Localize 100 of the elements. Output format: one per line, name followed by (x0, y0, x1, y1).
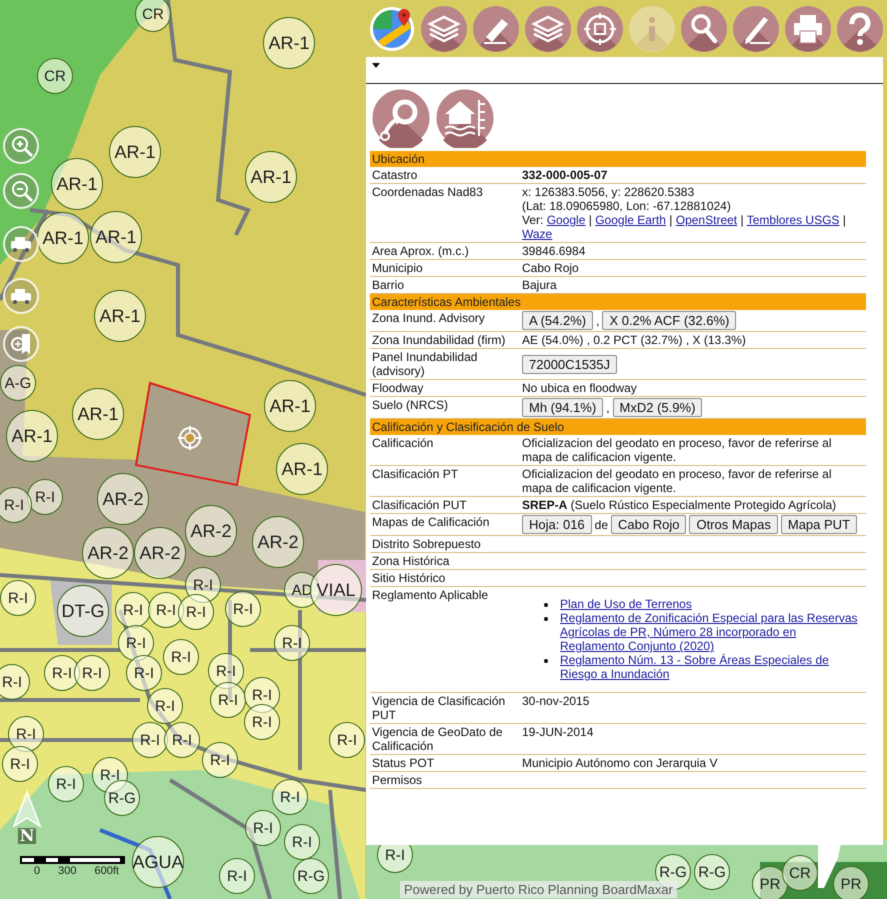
attribution-text: Powered by Puerto Rico Planning BoardMaxar (400, 881, 677, 898)
field-label: Reglamento Aplicable (372, 588, 490, 604)
field-value: Municipio Autónomo con Jerarquia V (522, 756, 718, 770)
zone-label: AR-2 (97, 473, 149, 525)
field-label: Municipio (372, 261, 424, 275)
zone-label: R-I (0, 664, 30, 700)
zone-label: AR-1 (94, 290, 146, 342)
map-link[interactable]: Waze (522, 227, 552, 241)
field-label: Panel Inundabilidad (advisory) (372, 350, 478, 378)
zone-label: AR-2 (252, 516, 304, 568)
field-label: Zona Histórica (372, 554, 450, 568)
map-link[interactable]: Temblores USGS (746, 213, 840, 227)
zone-label: R-I (210, 682, 246, 718)
scale-label: 600ft (94, 865, 119, 877)
zone-label: A-G (0, 365, 36, 401)
value-button[interactable]: Mapa PUT (780, 515, 858, 534)
field-label: Zona Inund. Advisory (372, 311, 486, 327)
separator-text: , (596, 314, 600, 328)
section-header: Características Ambientales (370, 294, 866, 310)
value-button[interactable]: 72000C1535J (522, 354, 617, 374)
zone-label: AR-2 (134, 527, 186, 579)
map-link[interactable]: Google (546, 213, 586, 227)
field-label: Vigencia de GeoDato de Calificación (372, 725, 504, 753)
regulation-link[interactable]: Plan de Uso de Terrenos (560, 597, 864, 611)
zone-label: R-G (104, 780, 140, 816)
zone-label: R-I (178, 594, 214, 630)
field-value: 332-000-005-07 (522, 168, 608, 182)
value-button[interactable]: Hoja: 016 (522, 515, 592, 534)
field-label: Area Aprox. (m.c.) (372, 244, 470, 258)
field-label: Clasificación PT (372, 467, 460, 483)
link-separator: | (842, 213, 846, 227)
field-label: Vigencia de Clasificación PUT (372, 694, 506, 722)
zone-label: R-I (0, 487, 32, 523)
zone-label: PR (752, 866, 788, 899)
zone-label: AR-1 (276, 443, 328, 495)
value-button[interactable]: X 0.2% ACF (32.6%) (602, 311, 736, 330)
field-value: 19-JUN-2014 (522, 725, 594, 741)
zone-label: R-I (202, 742, 238, 778)
field-label: Calificación (372, 436, 434, 452)
zone-label: R-I (245, 810, 281, 846)
zone-label: R-I (115, 592, 151, 628)
zone-label: R-I (148, 592, 184, 628)
field-value: No ubica en floodway (522, 381, 638, 395)
zone-label: R-I (2, 746, 38, 782)
field-label: Floodway (372, 381, 424, 395)
scale-label: 0 (34, 865, 40, 877)
zone-label: AR-1 (51, 158, 103, 210)
value-button[interactable]: A (54.2%) (522, 311, 594, 330)
field-value: Bajura (522, 278, 558, 292)
field-label: Barrio (372, 278, 406, 292)
field-label: Catastro (372, 168, 418, 182)
zone-label: R-I (284, 824, 320, 860)
zone-label: R-I (8, 716, 44, 752)
zone-label: AR-1 (109, 126, 161, 178)
value-button[interactable]: MxD2 (5.9%) (612, 398, 702, 417)
zone-label: R-I (118, 625, 154, 661)
field-value: Oficializacion del geodato en proceso, favor de referirse al mapa de calificacion vigente. (522, 436, 833, 464)
field-value: AE (54.0%) , 0.2 PCT (32.7%) , X (13.3%) (522, 333, 747, 347)
value-button[interactable]: Mh (94.1%) (522, 398, 604, 417)
regulation-link[interactable]: Reglamento Núm. 13 - Sobre Áreas Especiales de Riesgo a Inundación (560, 653, 864, 681)
zone-label: R-I (219, 858, 255, 894)
zone-label: R-I (132, 722, 168, 758)
field-label: Sitio Histórico (372, 571, 446, 585)
zone-label: DT-G (57, 585, 109, 637)
field-value: 39846.6984 (522, 244, 586, 258)
zone-label: R-I (74, 655, 110, 691)
zone-label: CR (782, 855, 818, 891)
map-link[interactable]: OpenStreet (676, 213, 738, 227)
zone-label: R-I (147, 688, 183, 724)
section-header: Ubicación (370, 151, 866, 167)
field-label: Mapas de Calificación (372, 515, 490, 531)
zone-label: AR-1 (90, 211, 142, 263)
field-label: Clasificación PUT (372, 498, 468, 512)
zone-label: AR-1 (6, 410, 58, 462)
section-header: Calificación y Clasificación de Suelo (370, 419, 866, 435)
zone-label: R-I (163, 639, 199, 675)
zone-label: AR-2 (82, 527, 134, 579)
value-button[interactable]: Cabo Rojo (611, 515, 686, 534)
field-label: Coordenadas Nad83 (372, 185, 484, 201)
zone-label: R-I (225, 591, 261, 627)
north-label: N (18, 828, 36, 844)
zone-label: R-I (0, 580, 36, 616)
map-link[interactable]: Google Earth (595, 213, 666, 227)
zone-label: AR-2 (185, 505, 237, 557)
field-label: Distrito Sobrepuesto (372, 537, 482, 551)
zone-label: R-I (244, 704, 280, 740)
value-button[interactable]: Otros Mapas (689, 515, 778, 534)
zone-label: AR-1 (72, 388, 124, 440)
zone-label: R-I (185, 567, 221, 603)
field-label: Suelo (NRCS) (372, 398, 450, 414)
zone-label: R-G (694, 854, 730, 890)
link-separator: | (740, 213, 744, 227)
zone-label: CR (135, 0, 171, 32)
zone-label: R-G (293, 858, 329, 894)
field-label: Status POT (372, 756, 436, 770)
zone-label: R-I (208, 653, 244, 689)
regulation-link[interactable]: Reglamento de Zonificación Especial para las Reservas Agrícolas de PR, Número 28 incorporado en Reglamento Conjunto (2020) (560, 611, 864, 653)
zone-label: R-I (126, 655, 162, 691)
zone-label: R-I (274, 625, 310, 661)
zone-label: R-I (92, 757, 128, 793)
